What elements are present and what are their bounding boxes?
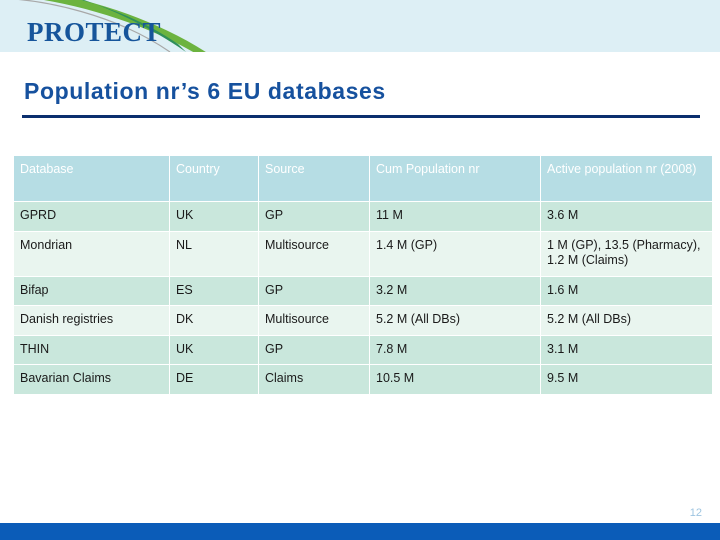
cell-active-population: 3.6 M — [541, 202, 712, 231]
footer-bar — [0, 523, 720, 540]
cell-source: GP — [259, 202, 369, 231]
cell-country: ES — [170, 276, 258, 305]
cell-country: DK — [170, 306, 258, 335]
cell-database: THIN — [14, 335, 169, 364]
cell-source: GP — [259, 335, 369, 364]
cell-database: Bifap — [14, 276, 169, 305]
column-header-cum-population: Cum Population nr — [370, 156, 540, 201]
cell-database: Mondrian — [14, 231, 169, 276]
cell-cum-population: 11 M — [370, 202, 540, 231]
protect-logo-text: PROTECT — [27, 17, 162, 47]
cell-country: UK — [170, 335, 258, 364]
page-title: Population nr’s 6 EU databases — [24, 78, 386, 104]
cell-database: GPRD — [14, 202, 169, 231]
title-underline-rule — [22, 115, 700, 118]
database-table: Database Country Source Cum Population n… — [13, 155, 713, 395]
cell-database: Danish registries — [14, 306, 169, 335]
cell-country: DE — [170, 365, 258, 394]
table-row: Danish registries DK Multisource 5.2 M (… — [14, 306, 712, 335]
cell-source: GP — [259, 276, 369, 305]
column-header-source: Source — [259, 156, 369, 201]
column-header-database: Database — [14, 156, 169, 201]
cell-cum-population: 5.2 M (All DBs) — [370, 306, 540, 335]
cell-cum-population: 1.4 M (GP) — [370, 231, 540, 276]
column-header-active-population: Active population nr (2008) — [541, 156, 712, 201]
cell-database: Bavarian Claims — [14, 365, 169, 394]
cell-active-population: 1.6 M — [541, 276, 712, 305]
cell-country: NL — [170, 231, 258, 276]
table-row: THIN UK GP 7.8 M 3.1 M — [14, 335, 712, 364]
cell-active-population: 3.1 M — [541, 335, 712, 364]
cell-cum-population: 7.8 M — [370, 335, 540, 364]
table-row: Bavarian Claims DE Claims 10.5 M 9.5 M — [14, 365, 712, 394]
cell-active-population: 9.5 M — [541, 365, 712, 394]
table-row: Mondrian NL Multisource 1.4 M (GP) 1 M (… — [14, 231, 712, 276]
column-header-country: Country — [170, 156, 258, 201]
table-row: Bifap ES GP 3.2 M 1.6 M — [14, 276, 712, 305]
cell-source: Multisource — [259, 231, 369, 276]
cell-source: Claims — [259, 365, 369, 394]
table-header-row: Database Country Source Cum Population n… — [14, 156, 712, 201]
cell-cum-population: 3.2 M — [370, 276, 540, 305]
page-number: 12 — [689, 507, 702, 519]
cell-country: UK — [170, 202, 258, 231]
database-table-container: Database Country Source Cum Population n… — [13, 155, 713, 395]
slide-banner: PROTECT — [0, 0, 720, 52]
cell-active-population: 1 M (GP), 13.5 (Pharmacy), 1.2 M (Claims… — [541, 231, 712, 276]
cell-active-population: 5.2 M (All DBs) — [541, 306, 712, 335]
table-row: GPRD UK GP 11 M 3.6 M — [14, 202, 712, 231]
cell-cum-population: 10.5 M — [370, 365, 540, 394]
cell-source: Multisource — [259, 306, 369, 335]
